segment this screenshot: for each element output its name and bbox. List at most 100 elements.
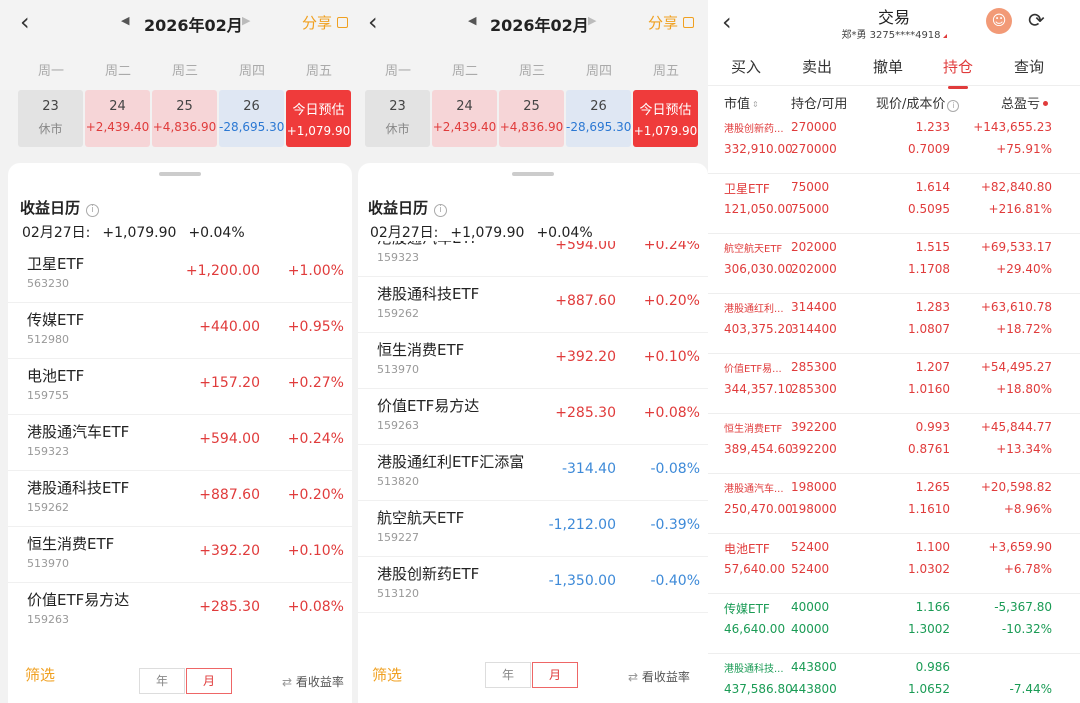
list-item[interactable]: 恒生消费ETF 513970 +392.20 +0.10% [358,333,708,389]
holding-pnl-percent: +216.81% [988,202,1052,216]
table-row[interactable]: 恒生消费ETF 389,454.60 392200 392200 0.993 0.8761… [708,414,1080,474]
holding-price: 1.100 [915,540,950,554]
tab-query[interactable]: 查询 [994,56,1064,77]
refresh-icon[interactable]: ⟳ [1028,8,1045,32]
filter-button[interactable]: 筛选 [372,664,402,685]
holding-market-value: 57,640.00 [724,562,786,576]
table-row[interactable]: 价值ETF易... 344,357.10 285300 285300 1.207 1.01… [708,354,1080,414]
drag-handle[interactable] [512,172,554,176]
holding-name: 航空航天ETF [724,244,783,255]
day-value: +2,439.40 [85,120,150,134]
weekday-label: 周二 [104,64,131,79]
avatar[interactable]: ☺ [986,8,1012,34]
view-rate-button[interactable]: ⇄ 看收益率 [628,668,690,685]
next-month-icon[interactable]: ▶ [588,14,596,27]
fund-amount: +392.20 [199,543,260,559]
year-toggle[interactable]: 年 [139,668,185,694]
holding-cost: 0.7009 [908,142,950,156]
share-label: 分享 [302,14,333,32]
holding-quantity: 198000 [791,480,837,494]
view-rate-button[interactable]: ⇄ 看收益率 [282,673,344,690]
prev-month-icon[interactable]: ◀ [121,14,129,27]
list-item[interactable]: 卫星ETF 563230 +1,200.00 +1.00% [8,247,352,303]
list-item[interactable]: 航空航天ETF 159227 -1,212.00 -0.39% [358,501,708,557]
back-arrow-icon[interactable]: ‹ [20,8,30,36]
holding-available: 202000 [791,262,837,276]
sort-dot-icon [1043,101,1049,106]
holding-pnl: +54,495.27 [980,360,1052,374]
tab-buy[interactable]: 买入 [711,56,781,77]
info-icon[interactable]: i [86,204,100,217]
list-item[interactable]: 港股通汽车ETF 159323 +594.00 +0.24% [358,241,708,277]
list-item[interactable]: 港股通汽车ETF 159323 +594.00 +0.24% [8,415,352,471]
calendar-day[interactable]: 23 休市 [365,90,430,147]
calendar-day-today[interactable]: 今日预估 +1,079.90 [286,90,351,147]
header-market-value[interactable]: 市值 ⇕ [724,93,759,112]
table-row[interactable]: 传媒ETF 46,640.00 40000 40000 1.166 1.3002 -5,36… [708,594,1080,654]
calendar-day[interactable]: 23 休市 [18,90,83,147]
fund-percent: +1.00% [287,263,344,279]
calendar-day[interactable]: 24 +2,439.40 [85,90,150,147]
table-row[interactable]: 港股通科技... 437,586.80 443800 443800 0.986 1.065… [708,654,1080,703]
list-item[interactable]: 恒生消费ETF 513970 +392.20 +0.10% [8,527,352,583]
calendar-day[interactable]: 26 -28,695.30 [219,90,284,147]
summary-amount: +1,079.90 [450,225,525,241]
fund-percent: +0.10% [643,349,700,365]
info-icon[interactable]: i [434,204,448,217]
info-icon[interactable]: i [947,100,960,112]
next-month-icon[interactable]: ▶ [242,14,250,27]
holding-cost: 0.8761 [908,442,950,456]
calendar-day-today[interactable]: 今日预估 +1,079.90 [633,90,698,147]
account-label: 郑*勇 3275****4918 [841,30,941,41]
weekday-label: 周三 [171,64,198,79]
account-selector[interactable]: 郑*勇 3275****4918 [708,26,1080,41]
calendar-day[interactable]: 25 +4,836.90 [499,90,564,147]
back-arrow-icon[interactable]: ‹ [368,8,378,36]
filter-button[interactable]: 筛选 [25,664,55,685]
table-row[interactable]: 港股创新药... 332,910.00 270000 270000 1.233 0.700… [708,114,1080,174]
holding-pnl-percent: +75.91% [996,142,1052,156]
fund-percent: +0.95% [287,319,344,335]
list-item[interactable]: 价值ETF易方达 159263 +285.30 +0.08% [8,583,352,637]
year-toggle[interactable]: 年 [485,662,531,688]
table-row[interactable]: 电池ETF 57,640.00 52400 52400 1.100 1.0302 +3,65… [708,534,1080,594]
day-number: 24 [456,99,473,114]
drag-handle[interactable] [159,172,201,176]
calendar-day[interactable]: 24 +2,439.40 [432,90,497,147]
tab-cancel[interactable]: 撤单 [853,56,923,77]
calendar-day[interactable]: 26 -28,695.30 [566,90,631,147]
share-button[interactable]: 分享 [302,12,349,33]
month-toggle[interactable]: 月 [186,668,232,694]
month-toggle[interactable]: 月 [532,662,578,688]
fund-amount: +887.60 [555,293,616,309]
holding-cost: 1.0652 [908,682,950,696]
table-row[interactable]: 航空航天ETF 306,030.00 202000 202000 1.515 1.1708… [708,234,1080,294]
list-item[interactable]: 港股通科技ETF 159262 +887.60 +0.20% [358,277,708,333]
tab-positions[interactable]: 持仓 [923,56,993,89]
holding-price: 0.986 [915,660,950,674]
holding-market-value: 344,357.10 [724,382,793,396]
list-item[interactable]: 港股创新药ETF 513120 -1,350.00 -0.40% [358,557,708,613]
day-value: +1,079.90 [286,124,351,138]
share-button[interactable]: 分享 [648,12,695,33]
holding-name: 传媒ETF [724,602,770,616]
day-value: -28,695.30 [219,120,285,134]
table-row[interactable]: 卫星ETF 121,050.00 75000 75000 1.614 0.5095 +82,… [708,174,1080,234]
fund-percent: +0.20% [643,293,700,309]
day-value: 休市 [38,122,63,136]
list-item[interactable]: 传媒ETF 512980 +440.00 +0.95% [8,303,352,359]
tab-sell[interactable]: 卖出 [782,56,852,77]
day-value: +2,439.40 [432,120,497,134]
calendar-day[interactable]: 25 +4,836.90 [152,90,217,147]
summary-percent: +0.04% [536,225,593,241]
list-item[interactable]: 港股通红利ETF汇添富 513820 -314.40 -0.08% [358,445,708,501]
header-pnl[interactable]: 总盈亏 [1001,93,1049,112]
fund-percent: +0.20% [287,487,344,503]
list-item[interactable]: 电池ETF 159755 +157.20 +0.27% [8,359,352,415]
prev-month-icon[interactable]: ◀ [468,14,476,27]
list-item[interactable]: 价值ETF易方达 159263 +285.30 +0.08% [358,389,708,445]
weekday-label: 周一 [37,64,64,79]
table-row[interactable]: 港股通汽车... 250,470.00 198000 198000 1.265 1.161… [708,474,1080,534]
table-row[interactable]: 港股通红利... 403,375.20 314400 314400 1.283 1.080… [708,294,1080,354]
list-item[interactable]: 港股通科技ETF 159262 +887.60 +0.20% [8,471,352,527]
